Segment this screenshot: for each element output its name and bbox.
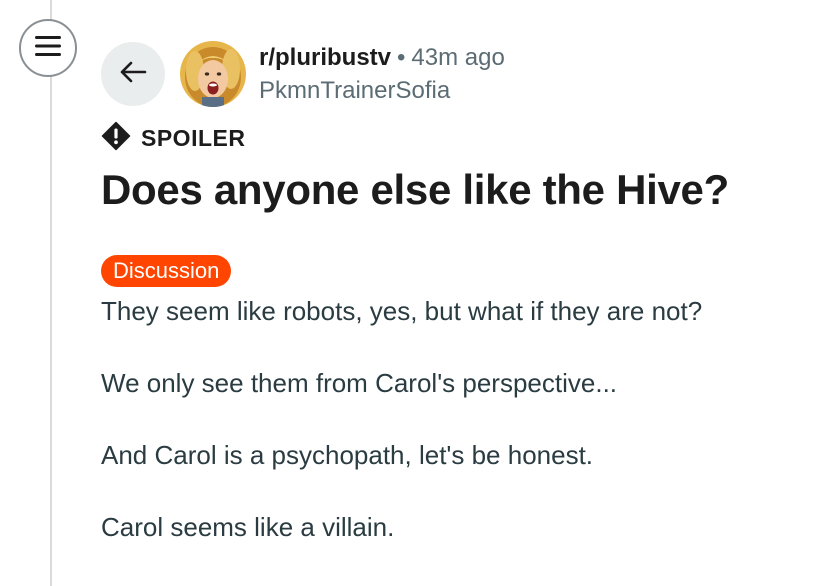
menu-button[interactable] [19,19,77,77]
arrow-left-icon [119,60,147,89]
subreddit-link[interactable]: r/pluribustv [259,44,391,71]
hamburger-menu-icon [35,35,61,62]
post-meta: r/pluribustv • 43m ago [259,44,505,72]
meta-separator: • [397,44,406,71]
alert-icon [101,121,131,156]
flair-badge[interactable]: Discussion [101,255,232,287]
post-body-line: They seem like robots, yes, but what if … [101,296,703,326]
spoiler-label: SPOILER [141,125,246,151]
post-time: 43m ago [411,44,505,71]
post-body-line: Carol seems like a villain. [101,512,395,542]
spoiler-tag: SPOILER [101,121,245,156]
post-title: Does anyone else like the Hive? [101,166,729,213]
thread-rail [50,0,52,586]
post-body-line: We only see them from Carol's perspectiv… [101,368,618,398]
post-body-line: And Carol is a psychopath, let's be hone… [101,440,594,470]
back-button[interactable] [101,42,165,106]
user-avatar[interactable] [180,41,246,107]
author-link[interactable]: PkmnTrainerSofia [259,77,450,105]
